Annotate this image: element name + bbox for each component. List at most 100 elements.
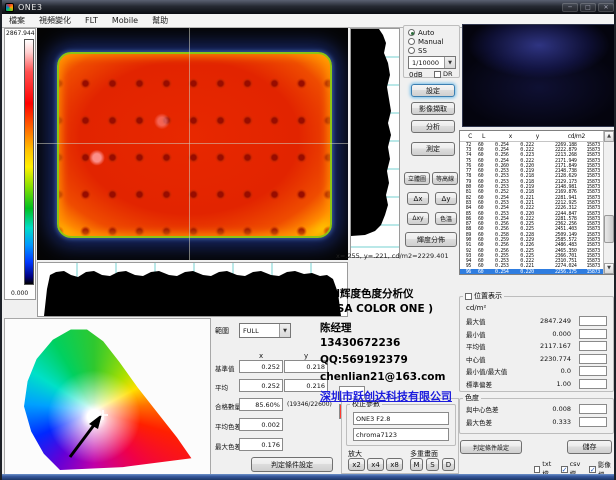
- max-diff-value: 0.176: [239, 438, 283, 451]
- table-header-cell: y: [515, 133, 542, 140]
- contact-info: ccd辉度色度分析仪(RISA COLOR ONE )陈经理1343067223…: [320, 286, 452, 404]
- chroma-stats-group: 色度 與中心色差0.008最大色差0.333: [459, 398, 614, 434]
- calibration-field-1[interactable]: ONE3 F2.8: [353, 412, 449, 425]
- menu-item-1[interactable]: 視頻變化: [32, 14, 78, 28]
- zoom-x2-button[interactable]: x2: [348, 458, 365, 471]
- multi-screen-m-button[interactable]: M: [410, 458, 423, 471]
- contact-line-2: 陈经理: [320, 320, 452, 337]
- chroma-label: 與中心色差: [466, 404, 499, 414]
- judge-condition-button-right[interactable]: 判定條件設定: [460, 440, 522, 454]
- table-header: CLxycd/m2K: [460, 131, 614, 142]
- zoom-x4-button[interactable]: x4: [367, 458, 384, 471]
- close-icon[interactable]: ✕: [598, 3, 614, 12]
- stat-result-box: [579, 329, 607, 339]
- menu-item-3[interactable]: Mobile: [105, 14, 145, 28]
- stat-row-0: 最大值 2847.249: [460, 315, 615, 328]
- radio-auto[interactable]: Auto: [408, 28, 434, 37]
- dr-checkbox[interactable]: DR: [434, 70, 453, 78]
- table-cell: 96: [460, 269, 474, 275]
- stat-label: 最小值/最大值: [466, 366, 507, 376]
- checkbox-icon: [434, 71, 441, 78]
- vertical-profile-plot: [350, 28, 400, 258]
- crosshair-horizontal[interactable]: [37, 143, 348, 144]
- capture-button[interactable]: 影像擷取: [411, 102, 455, 115]
- stat-result-box: [579, 354, 607, 364]
- contact-line-3: 13430672236: [320, 337, 452, 354]
- table-row[interactable]: 96600.2540.2202256.17515873: [460, 269, 603, 274]
- stat-label: 最大值: [466, 316, 486, 326]
- camera-preview-image[interactable]: [462, 24, 616, 127]
- analyze-button[interactable]: 分析: [411, 120, 455, 133]
- contact-line-4: QQ:569192379: [320, 354, 452, 371]
- title-bar[interactable]: ONE3 ─ □ ✕: [2, 0, 616, 14]
- colorbar-min-value: 0.000: [11, 290, 28, 297]
- table-cell: 60: [474, 269, 486, 275]
- checkbox-icon: [534, 466, 540, 473]
- range-row-x-value: 0.252: [239, 360, 283, 373]
- table-header-cell: x: [488, 133, 515, 140]
- radio-manual[interactable]: Manual: [408, 37, 443, 46]
- luminance-heatmap[interactable]: [37, 28, 348, 260]
- pass-count-label: 合格數量: [215, 401, 241, 411]
- measurement-table[interactable]: CLxycd/m2K 72600.2540.2222269.1881587373…: [459, 130, 615, 275]
- avg-diff-value: 0.002: [239, 418, 283, 431]
- cie-marker-overlay: [15, 325, 195, 473]
- delta-y-button[interactable]: Δy: [435, 192, 457, 205]
- zoom-x8-button[interactable]: x8: [386, 458, 403, 471]
- radio-manual-icon: [408, 38, 415, 45]
- stat-label: 最小值: [466, 329, 486, 339]
- crosshair-vertical[interactable]: [189, 28, 190, 260]
- app-window: ONE3 ─ □ ✕ 檔案視頻變化FLTMobile幫助 2867.944 0.…: [0, 0, 616, 480]
- table-scrollbar[interactable]: ▲ ▼: [603, 131, 614, 274]
- col-x-header: x: [259, 352, 263, 360]
- menu-item-0[interactable]: 檔案: [2, 14, 32, 28]
- scrollbar-thumb[interactable]: [604, 215, 614, 243]
- range-panel: 範圍 FULL ▼ x y 基準值0.2520.218平均0.2520.216 …: [211, 318, 338, 476]
- measure-button[interactable]: 測定: [411, 142, 455, 156]
- scroll-down-icon[interactable]: ▼: [604, 263, 614, 274]
- calibration-field-2[interactable]: chroma7123: [353, 428, 449, 441]
- multi-screen-d-button[interactable]: D: [442, 458, 455, 471]
- luminance-dist-button[interactable]: 輝度分佈: [405, 232, 457, 247]
- delta-xy-button[interactable]: Δxy: [407, 212, 429, 225]
- radio-ss[interactable]: SS: [408, 46, 427, 55]
- stat-result-box: [579, 341, 607, 351]
- contour-button[interactable]: 等高線: [432, 172, 458, 185]
- colorbar-gradient: [24, 39, 34, 285]
- range-select[interactable]: FULL ▼: [239, 323, 291, 338]
- calibration-group: 校正參數 ONE3 F2.8 chroma7123: [346, 404, 456, 446]
- stat-row-5: 標準偏差1.00: [460, 378, 615, 391]
- radio-ss-icon: [408, 47, 415, 54]
- avg-diff-label: 平均色差: [215, 421, 241, 431]
- chroma-row-0: 與中心色差0.008: [460, 403, 615, 416]
- luminance-stats-group: 位置表示 cd/m² 最大值2847.249最小值0.000平均值2117.16…: [459, 296, 614, 392]
- chroma-result-box: [579, 404, 607, 414]
- color-temp-button[interactable]: 色溫: [435, 212, 457, 225]
- table-cell: 0.220: [512, 269, 537, 275]
- scroll-up-icon[interactable]: ▲: [604, 131, 614, 142]
- menu-item-4[interactable]: 幫助: [145, 14, 175, 28]
- stat-label: 中心值: [466, 354, 486, 364]
- colorbar-panel: 2867.944 0.000: [4, 28, 36, 300]
- company-link[interactable]: 深圳市跃创达科技有限公司: [320, 388, 452, 404]
- shutter-select[interactable]: 1/10000 ▼: [408, 56, 456, 69]
- stat-value: 1.00: [557, 380, 571, 388]
- judge-condition-button-left[interactable]: 判定條件設定: [251, 457, 333, 472]
- set-button[interactable]: 設定: [411, 84, 455, 97]
- stat-result-box: [579, 379, 607, 389]
- save-button[interactable]: 儲存: [567, 440, 612, 454]
- checkbox-icon: [465, 293, 472, 300]
- table-header-cell: L: [475, 133, 488, 140]
- view-3d-button[interactable]: 立體圖: [404, 172, 430, 185]
- delta-x-button[interactable]: Δx: [407, 192, 429, 205]
- multi-screen-s-button[interactable]: S: [426, 458, 439, 471]
- minimize-icon[interactable]: ─: [562, 3, 578, 12]
- maximize-icon[interactable]: □: [580, 3, 596, 12]
- colorbar-max-value: 2867.944: [6, 30, 35, 37]
- stat-value: 0.000: [552, 330, 571, 338]
- stat-row-4: 最小值/最大值0.0: [460, 365, 615, 378]
- range-row-label: 基準值: [215, 363, 235, 373]
- menu-item-2[interactable]: FLT: [78, 14, 105, 28]
- position-display-checkbox[interactable]: 位置表示: [463, 291, 504, 301]
- stat-value: 2847.249: [540, 317, 571, 325]
